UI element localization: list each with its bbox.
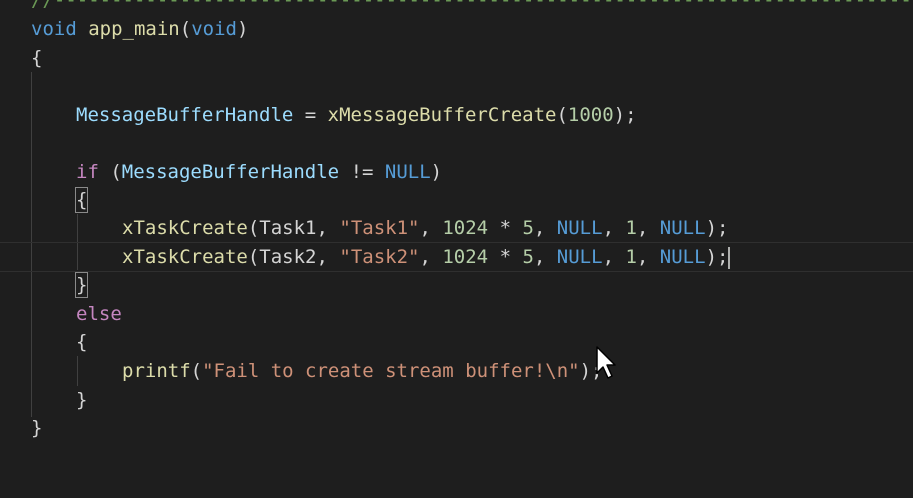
code-line-else-brace-open[interactable]: { — [0, 328, 87, 356]
brace-close: } — [31, 417, 43, 439]
paren-close: ) — [236, 18, 249, 40]
keyword-null: NULL — [384, 161, 431, 183]
brace-open: { — [76, 331, 88, 353]
keyword-if: if — [76, 161, 99, 183]
code-line-brace-open[interactable]: { — [0, 44, 46, 72]
indent-guide-else — [77, 356, 78, 386]
assign-operator: = — [293, 104, 328, 126]
comma: , — [316, 217, 340, 239]
bracket-match-close: } — [74, 272, 89, 298]
comma: , — [602, 217, 626, 239]
statement-end: ); — [705, 246, 729, 268]
paren-close: ) — [430, 161, 443, 183]
paren-open: ( — [556, 104, 568, 126]
number-literal: 1 — [625, 217, 637, 239]
paren-open: ( — [247, 246, 260, 268]
statement-end: ); — [705, 217, 729, 239]
string-literal: "Fail to create stream buffer!\n" — [202, 360, 580, 382]
string-literal: "Task2" — [339, 246, 420, 268]
comma: , — [533, 217, 557, 239]
number-literal: 5 — [522, 246, 534, 268]
not-equal-operator: != — [339, 161, 385, 183]
number-literal: 1000 — [567, 104, 614, 126]
bracket-match-open: { — [74, 187, 89, 213]
statement-end: ); — [613, 104, 637, 126]
comma: , — [419, 217, 443, 239]
keyword-null: NULL — [556, 217, 603, 239]
keyword-null: NULL — [659, 217, 706, 239]
task-function-arg: Task1 — [259, 217, 317, 239]
string-literal: "Task1" — [339, 217, 420, 239]
code-line-brace-close[interactable]: } — [0, 414, 46, 442]
comma: , — [533, 246, 557, 268]
number-literal: 1024 — [442, 217, 489, 239]
code-line-if-brace-close[interactable]: } — [0, 271, 89, 299]
code-line-app-main[interactable]: void app_main(void) — [0, 15, 248, 43]
paren-open: ( — [98, 161, 122, 183]
code-line-task2-current[interactable]: xTaskCreate(Task2, "Task2", 1024 * 5, NU… — [0, 242, 913, 272]
comma: , — [636, 217, 660, 239]
keyword-null: NULL — [659, 246, 706, 268]
task-function-arg: Task2 — [259, 246, 317, 268]
divider-comment: //--------------------------------------… — [31, 0, 911, 11]
function-call: printf — [122, 360, 191, 382]
mouse-pointer-icon — [596, 346, 616, 379]
variable-message-buffer-handle: MessageBufferHandle — [76, 104, 294, 126]
function-call: xTaskCreate — [122, 217, 248, 239]
number-literal: 5 — [522, 217, 534, 239]
number-literal: 1024 — [442, 246, 489, 268]
keyword-void: void — [31, 18, 77, 40]
paren-open: ( — [247, 217, 260, 239]
code-line-create-buffer[interactable]: MessageBufferHandle = xMessageBufferCrea… — [0, 101, 637, 129]
code-line-else[interactable]: else — [0, 300, 122, 328]
keyword-void-param: void — [191, 18, 237, 40]
keyword-null: NULL — [556, 246, 603, 268]
code-line-if[interactable]: if (MessageBufferHandle != NULL) — [0, 158, 442, 186]
paren-open: ( — [179, 18, 192, 40]
code-line-else-brace-close[interactable]: } — [0, 386, 87, 414]
comma: , — [602, 246, 626, 268]
code-line-printf[interactable]: printf("Fail to create stream buffer!\n"… — [0, 357, 602, 385]
comma: , — [316, 246, 340, 268]
multiply-operator: * — [488, 217, 523, 239]
variable-message-buffer-handle: MessageBufferHandle — [121, 161, 340, 183]
keyword-else: else — [76, 303, 122, 325]
code-line-if-brace-open[interactable]: { — [0, 186, 89, 214]
comma: , — [419, 246, 443, 268]
function-name: app_main — [88, 18, 180, 40]
code-editor[interactable]: //--------------------------------------… — [0, 0, 913, 462]
brace-close: } — [76, 389, 88, 411]
number-literal: 1 — [625, 246, 637, 268]
code-line-task1[interactable]: xTaskCreate(Task1, "Task1", 1024 * 5, NU… — [0, 214, 728, 242]
brace-open: { — [31, 47, 43, 69]
multiply-operator: * — [488, 246, 523, 268]
function-call: xTaskCreate — [122, 246, 248, 268]
function-call: xMessageBufferCreate — [327, 104, 557, 126]
paren-open: ( — [190, 360, 203, 382]
text-cursor — [728, 246, 731, 269]
comma: , — [636, 246, 660, 268]
